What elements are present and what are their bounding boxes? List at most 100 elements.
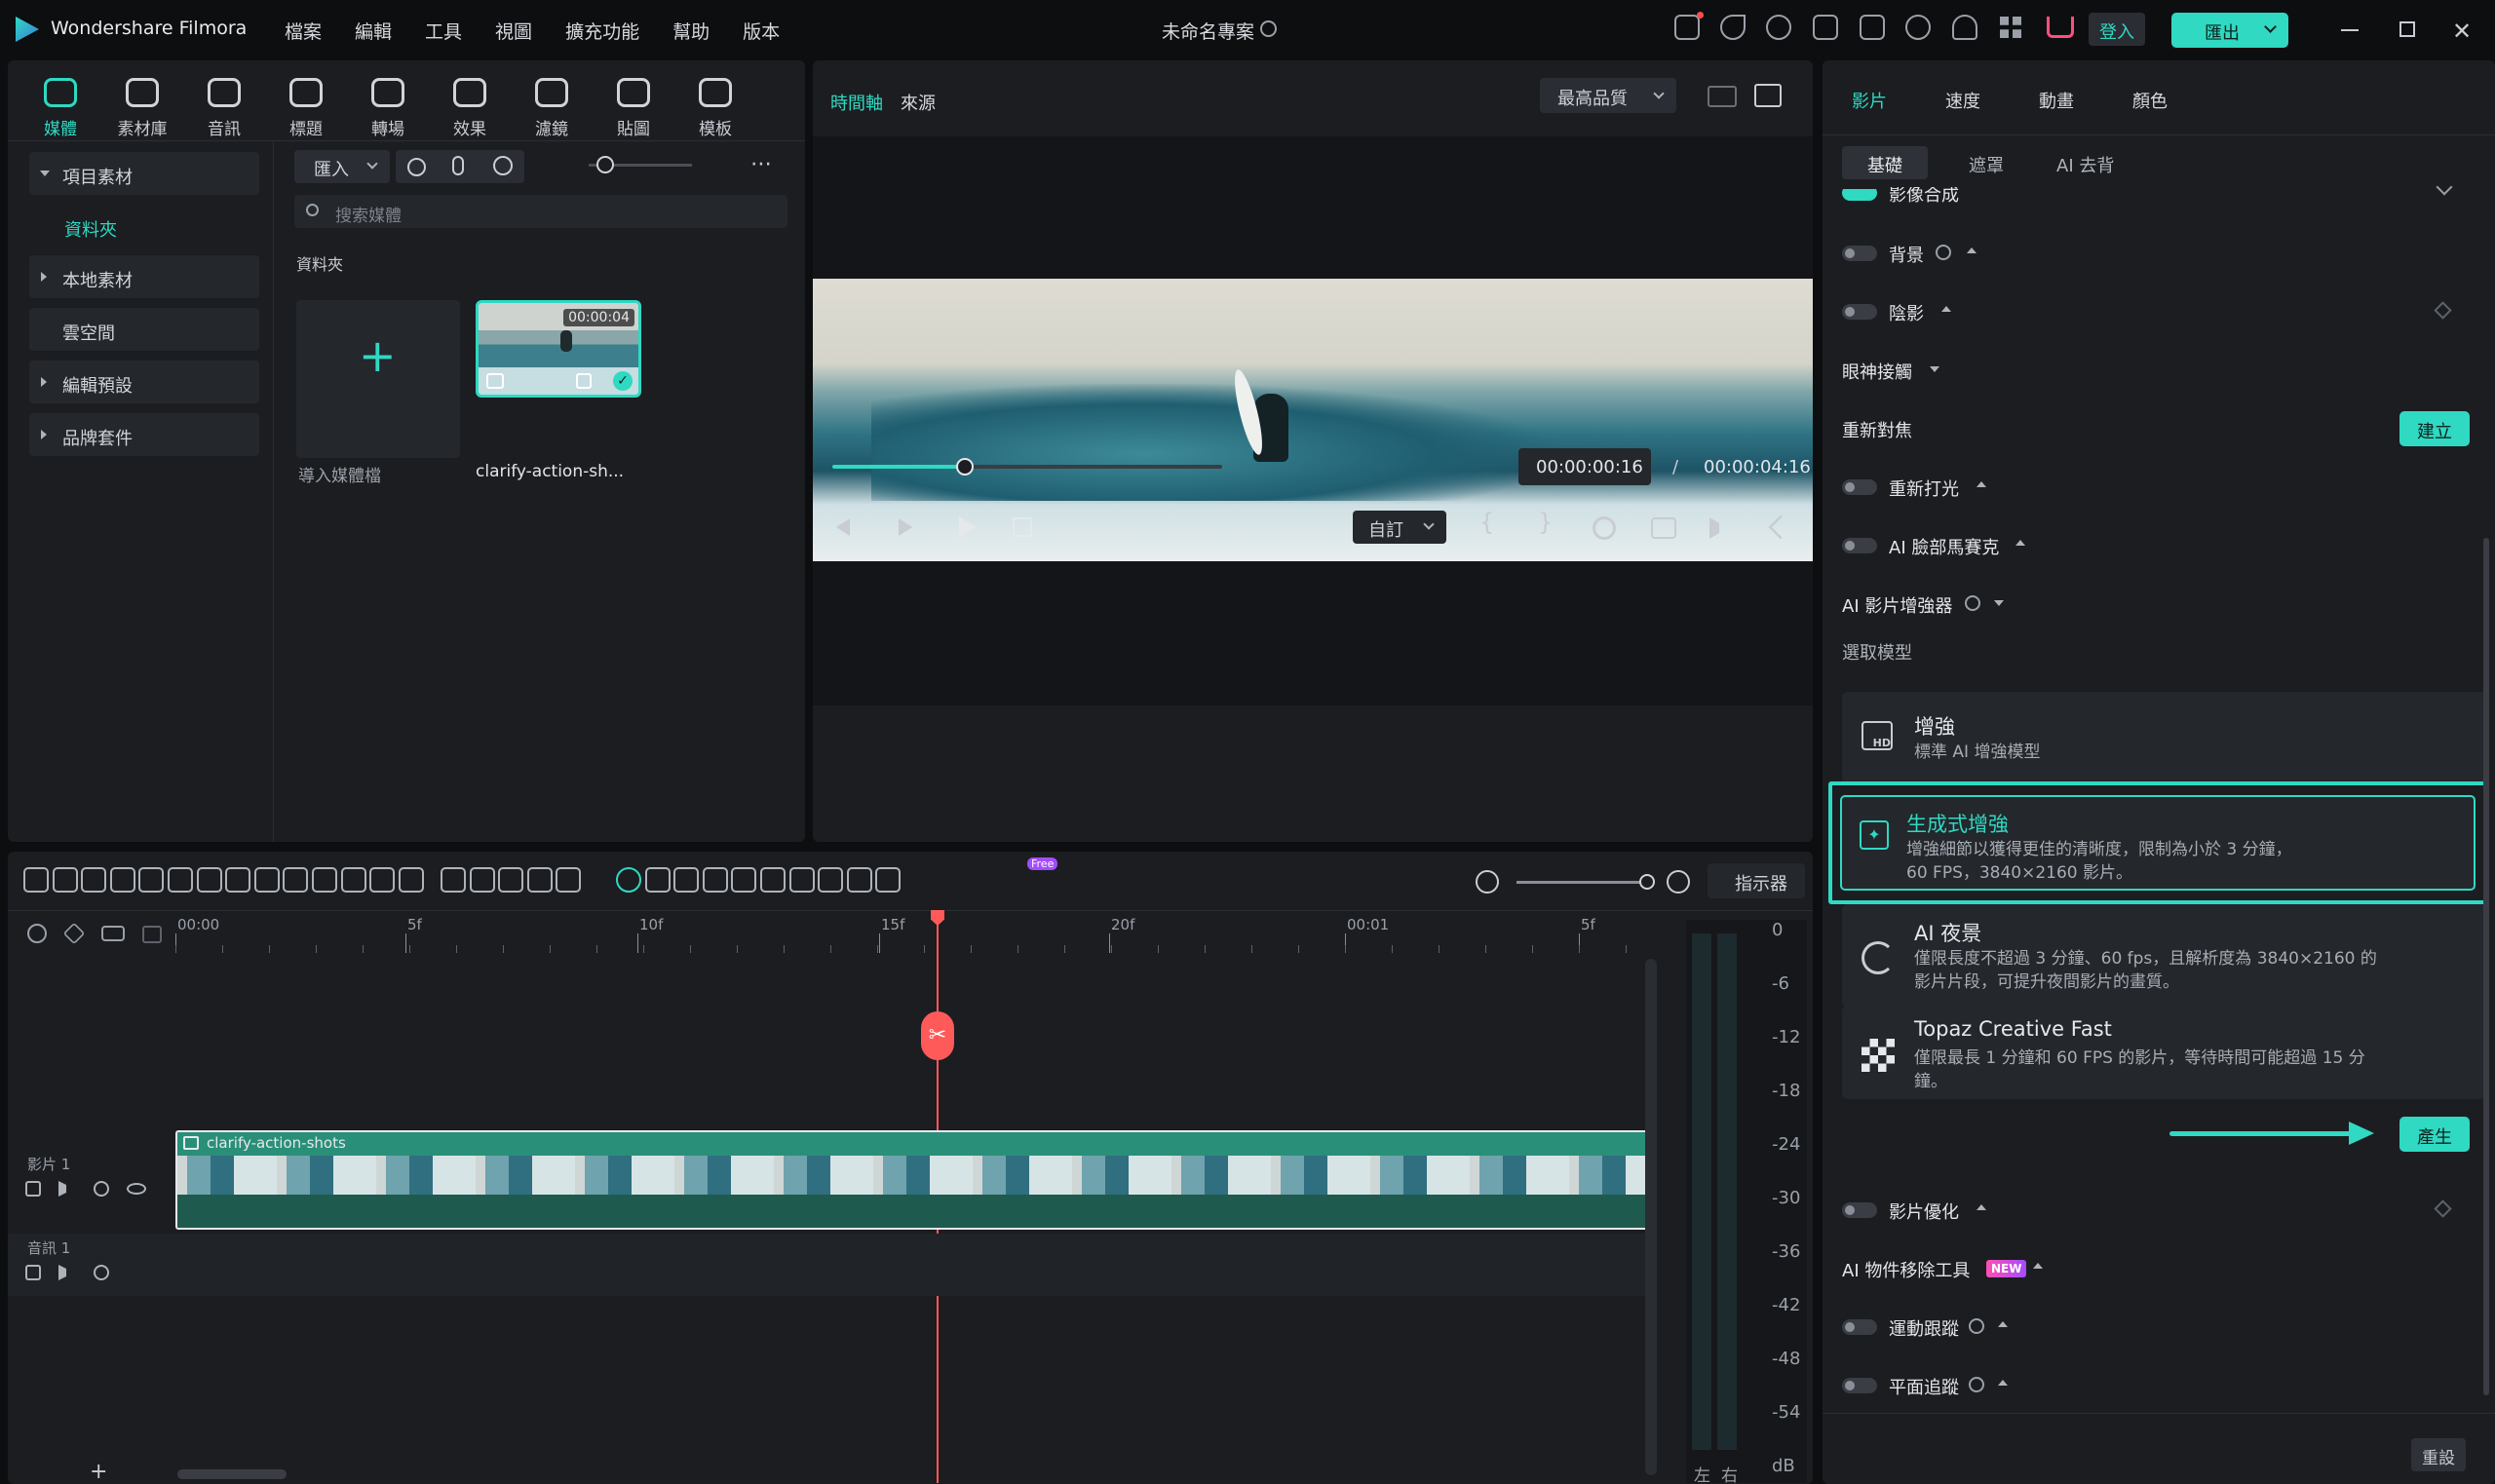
close-icon[interactable]: ✕ [2452, 18, 2472, 45]
property-tab[interactable]: 影片 [1852, 88, 1887, 113]
restore-icon[interactable] [2399, 21, 2415, 37]
tab-music[interactable]: 音訊 [185, 70, 263, 139]
cut-icon[interactable] [168, 867, 193, 893]
select-icon[interactable] [52, 867, 78, 893]
video-optimize-toggle[interactable] [1842, 1202, 1877, 1218]
track-effects-icon[interactable] [94, 1265, 109, 1280]
link-icon[interactable] [101, 926, 125, 941]
indicator-dropdown[interactable]: 指示器 [1708, 863, 1805, 898]
sidebar-item-presets[interactable]: 編輯預設 [29, 361, 259, 403]
record-screen-icon[interactable] [407, 158, 426, 176]
next-frame-icon[interactable] [899, 518, 912, 536]
mark-out-icon[interactable]: } [1538, 509, 1553, 536]
cloud-sync-icon[interactable] [1766, 15, 1791, 40]
tab-sticker[interactable]: 貼圖 [595, 70, 672, 139]
mixer-icon[interactable] [818, 867, 844, 893]
unlink-icon[interactable] [62, 922, 86, 945]
delete-icon[interactable] [138, 867, 165, 893]
sidebar-item-folder[interactable]: 資料夾 [29, 205, 259, 247]
stop-icon[interactable] [1013, 517, 1032, 537]
camera-snapshot-icon[interactable] [1651, 517, 1676, 539]
quality-dropdown[interactable]: 最高品質 [1540, 78, 1676, 113]
import-dropdown[interactable]: 匯入 [294, 150, 390, 183]
help-icon[interactable] [1969, 1377, 1984, 1392]
microphone-icon[interactable] [452, 156, 464, 175]
previous-frame-icon[interactable] [836, 518, 850, 536]
tab-timeline[interactable]: 時間軸 [830, 90, 883, 115]
tab-source[interactable]: 來源 [901, 90, 936, 115]
tab-media[interactable]: 媒體 [21, 70, 99, 139]
background-toggle[interactable] [1842, 246, 1877, 261]
caret-up-icon[interactable] [1998, 1380, 2008, 1386]
motion-tracking-toggle[interactable] [1842, 1319, 1877, 1335]
tab-transition[interactable]: 轉場 [349, 70, 427, 139]
menu-item[interactable]: 工具 [425, 18, 462, 44]
caret-up-icon[interactable] [1941, 306, 1951, 312]
help-icon[interactable] [1969, 1318, 1984, 1334]
stabilize-icon[interactable] [731, 867, 757, 893]
ai-copilot-icon[interactable] [469, 867, 495, 893]
timeline-ruler[interactable]: 00:00 5f 10f 15f 20f 00:01 5f [175, 916, 1651, 955]
model-card-generative[interactable]: ✦ 生成式增強 增強細節以獲得更佳的清晰度，限制為小於 3 分鐘， 60 FPS… [1828, 781, 2487, 904]
redo-icon[interactable] [109, 867, 135, 893]
apps-grid-icon[interactable] [2000, 17, 2021, 38]
import-media-tile[interactable]: + [296, 300, 460, 458]
split-audio-icon[interactable] [644, 867, 671, 893]
property-tab[interactable]: 速度 [1945, 88, 1980, 113]
video-preview[interactable] [813, 136, 1813, 705]
gift-icon[interactable] [1674, 15, 1700, 40]
fit-icon[interactable] [875, 867, 902, 893]
subtab-ai-cutout[interactable]: AI 去背 [2056, 152, 2114, 177]
horizontal-scrollbar[interactable] [177, 1469, 287, 1479]
create-button[interactable]: 建立 [2399, 411, 2470, 446]
shadow-toggle[interactable] [1842, 304, 1877, 320]
add-track-icon[interactable]: + [90, 1462, 107, 1483]
compositing-toggle[interactable] [1842, 189, 1877, 201]
help-icon[interactable] [1965, 595, 1980, 611]
menu-item[interactable]: 擴充功能 [565, 18, 639, 44]
timeline-zoom-handle[interactable] [1639, 874, 1655, 890]
speed-icon[interactable] [312, 867, 337, 893]
sidebar-item-brand[interactable]: 品牌套件 [29, 413, 259, 456]
project-title[interactable]: 未命名專案 [1162, 18, 1254, 44]
zoom-slider-handle[interactable] [596, 156, 614, 173]
detach-icon[interactable] [441, 867, 466, 893]
undo-icon[interactable] [81, 867, 107, 893]
zoom-out-icon[interactable] [1476, 870, 1499, 894]
sidebar-item-project[interactable]: 項目素材 [29, 152, 259, 195]
sidebar-item-cloud[interactable]: 雲空間 [29, 308, 259, 351]
track-lock-icon[interactable] [25, 1181, 41, 1197]
search-input[interactable]: 搜索媒體 [294, 195, 787, 228]
caret-up-icon[interactable] [1998, 1321, 2008, 1327]
track-settings-icon[interactable] [27, 924, 47, 943]
track-effects-icon[interactable] [94, 1181, 109, 1197]
caret-down-icon[interactable] [1930, 366, 1939, 372]
menu-item[interactable]: 檔案 [285, 18, 322, 44]
export-clip-icon[interactable] [673, 867, 700, 893]
track-lock-icon[interactable] [142, 926, 162, 943]
login-button[interactable]: 登入 [2089, 13, 2145, 46]
snapshot-view-icon[interactable] [1754, 84, 1782, 107]
property-tab[interactable]: 動畫 [2039, 88, 2074, 113]
smart-cut-icon[interactable] [526, 867, 553, 893]
track-lock-icon[interactable] [25, 1265, 41, 1280]
cart-icon[interactable] [2047, 17, 2074, 38]
more-tools-icon[interactable] [556, 867, 582, 893]
keyframe-icon[interactable] [369, 867, 396, 893]
track-visibility-icon[interactable] [127, 1183, 146, 1195]
split-scissors-icon[interactable]: ✂ [921, 1011, 954, 1060]
timeline-zoom-track[interactable] [1516, 881, 1649, 884]
vertical-scrollbar[interactable] [1645, 959, 1657, 1475]
mask-icon[interactable] [760, 867, 786, 893]
caret-up-icon[interactable] [1977, 481, 1986, 487]
menu-item[interactable]: 編輯 [355, 18, 392, 44]
minimize-icon[interactable] [2341, 29, 2359, 31]
play-icon[interactable] [959, 516, 977, 538]
subtab-basic[interactable]: 基礎 [1842, 146, 1928, 179]
caret-up-icon[interactable] [2033, 1263, 2043, 1269]
subtab-mask[interactable]: 遮罩 [1969, 152, 2004, 177]
keyframe-diamond-icon[interactable] [2434, 301, 2452, 320]
audio-sync-icon[interactable] [846, 867, 872, 893]
tab-title[interactable]: 標題 [267, 70, 345, 139]
volume-icon[interactable] [1709, 517, 1733, 539]
